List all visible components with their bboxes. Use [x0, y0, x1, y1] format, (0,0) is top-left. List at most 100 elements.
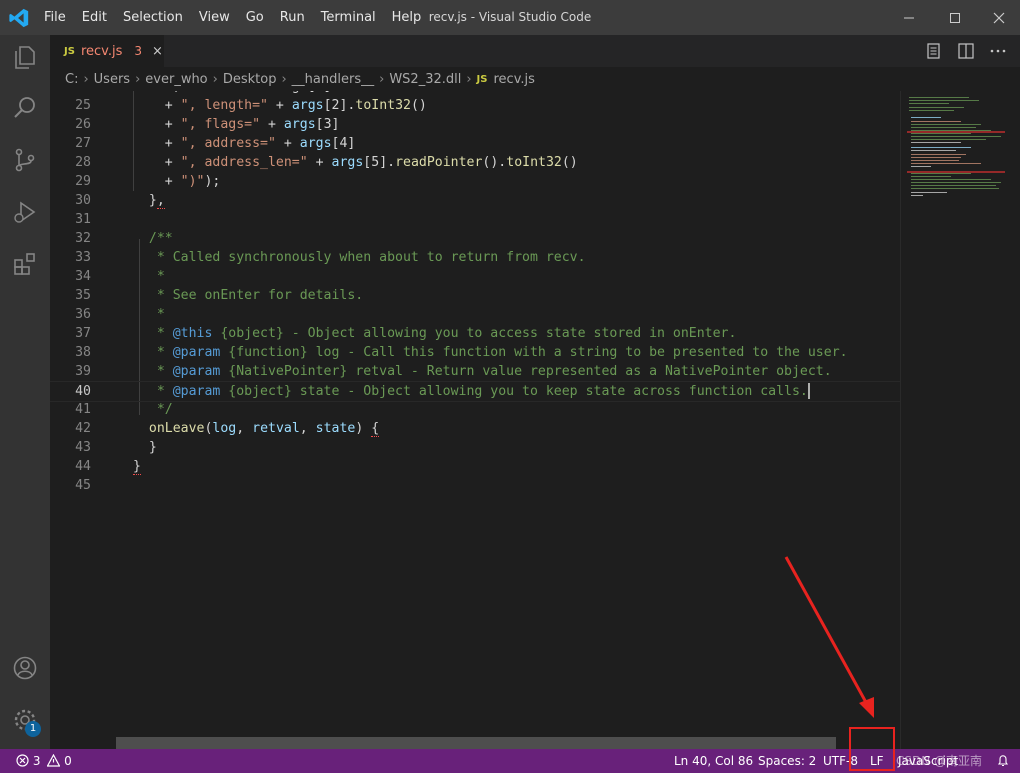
search-button[interactable]	[10, 93, 40, 123]
vertical-scrollbar[interactable]	[1006, 91, 1020, 749]
code-token: ", address="	[180, 136, 276, 151]
code-line[interactable]: 30 },	[50, 191, 900, 210]
more-actions-icon[interactable]	[988, 42, 1008, 60]
code-text: * Called synchronously when about to ret…	[133, 248, 586, 267]
minimap-line	[911, 185, 996, 186]
code-token: * Called synchronously when about to ret…	[133, 250, 586, 265]
code-token: ].	[339, 98, 356, 113]
run-debug-button[interactable]	[10, 197, 40, 227]
code-token: readPointer	[395, 155, 483, 170]
open-preview-icon[interactable]	[924, 42, 944, 60]
code-line[interactable]: 27 + ", address=" + args[4]	[50, 134, 900, 153]
problems-indicator[interactable]: 3 0	[16, 749, 72, 773]
minimap-line	[911, 173, 971, 174]
indentation-setting[interactable]: Spaces: 2	[758, 749, 816, 773]
split-editor-icon[interactable]	[956, 42, 976, 60]
explorer-button[interactable]	[10, 42, 40, 72]
menu-run[interactable]: Run	[272, 0, 313, 35]
code-line[interactable]: 41 */	[50, 400, 900, 419]
source-control-button[interactable]	[10, 145, 40, 175]
code-token: +	[133, 174, 181, 189]
code-token: [	[315, 117, 324, 132]
code-line[interactable]: 39 * @param {NativePointer} retval - Ret…	[50, 362, 900, 381]
search-icon	[14, 97, 35, 118]
code-token: +	[260, 117, 284, 132]
code-line[interactable]: 36 *	[50, 305, 900, 324]
menu-help[interactable]: Help	[384, 0, 430, 35]
bell-icon	[997, 755, 1009, 767]
breadcrumb-item[interactable]: __handlers__	[292, 72, 374, 87]
error-count: 3	[32, 754, 41, 768]
minimap-line	[911, 136, 1001, 137]
code-line[interactable]: 42 onLeave(log, retval, state) {	[50, 419, 900, 438]
code-line[interactable]: 33 * Called synchronously when about to …	[50, 248, 900, 267]
breadcrumb-item[interactable]: Desktop	[223, 72, 277, 87]
code-line[interactable]: 37 * @this {object} - Object allowing yo…	[50, 324, 900, 343]
notifications-button[interactable]	[997, 749, 1009, 773]
code-token: +	[133, 136, 181, 151]
code-line[interactable]: 26 + ", flags=" + args[3]	[50, 115, 900, 134]
code-line[interactable]: 44}	[50, 457, 900, 476]
code-line[interactable]: 35 * See onEnter for details.	[50, 286, 900, 305]
code-token: *	[133, 326, 173, 341]
minimap-line	[911, 147, 971, 148]
minimize-button[interactable]	[886, 0, 932, 35]
line-number: 30	[75, 193, 91, 208]
horizontal-scrollbar[interactable]	[116, 737, 836, 749]
minimap[interactable]	[900, 91, 1007, 749]
extensions-button[interactable]	[10, 249, 40, 279]
code-line[interactable]: 31	[50, 210, 900, 229]
menu-selection[interactable]: Selection	[115, 0, 191, 35]
menu-terminal[interactable]: Terminal	[313, 0, 384, 35]
line-number: 41	[75, 402, 91, 417]
activity-bar	[0, 35, 50, 749]
tab-recv-js[interactable]: JS recv.js 3 ×	[50, 35, 164, 67]
minimap-line	[911, 142, 961, 143]
breadcrumb-item[interactable]: ever_who	[145, 72, 207, 87]
code-token: +	[133, 98, 181, 113]
code-text: *	[133, 305, 165, 324]
maximize-button[interactable]	[932, 0, 978, 35]
cursor-position[interactable]: Ln 40, Col 86	[674, 749, 753, 773]
breadcrumb-item[interactable]: C:	[65, 72, 78, 87]
code-line[interactable]: 29 + ")");	[50, 172, 900, 191]
close-button[interactable]	[976, 0, 1020, 35]
breadcrumb-file[interactable]: recv.js	[493, 72, 534, 87]
code-line[interactable]: 34 *	[50, 267, 900, 286]
line-number: 38	[75, 345, 91, 360]
breadcrumb-separator: ›	[83, 71, 89, 87]
minimap-line	[909, 100, 979, 101]
code-line[interactable]: 43 }	[50, 438, 900, 457]
code-line[interactable]: 25 + ", length=" + args[2].toInt32()	[50, 96, 900, 115]
menu-edit[interactable]: Edit	[74, 0, 115, 35]
code-token: +	[275, 136, 300, 151]
menu-view[interactable]: View	[191, 0, 238, 35]
line-number: 34	[75, 269, 91, 284]
minimap-line	[911, 179, 991, 180]
menu-file[interactable]: File	[36, 0, 74, 35]
breadcrumb: C: › Users › ever_who › Desktop › __hand…	[50, 67, 900, 91]
breadcrumb-item[interactable]: Users	[94, 72, 130, 87]
code-line[interactable]: 45	[50, 476, 900, 495]
code-text: * See onEnter for details.	[133, 286, 363, 305]
code-editor[interactable]: 24 + ", buffer=" + args[1]25 + ", length…	[50, 91, 900, 749]
breadcrumb-item[interactable]: WS2_32.dll	[389, 72, 461, 87]
menu-go[interactable]: Go	[238, 0, 272, 35]
accounts-button[interactable]	[10, 653, 40, 683]
code-line[interactable]: 40 * @param {object} state - Object allo…	[50, 381, 900, 402]
code-token: + ", buffer=" + args[1]	[133, 91, 332, 94]
warning-icon	[46, 753, 61, 767]
code-line[interactable]: 38 * @param {function} log - Call this f…	[50, 343, 900, 362]
breadcrumb-separator: ›	[281, 71, 287, 87]
tab-close-icon[interactable]: ×	[152, 44, 163, 59]
minimap-line	[911, 133, 971, 134]
menu-bar: File Edit Selection View Go Run Terminal…	[36, 0, 429, 35]
minimap-line	[911, 127, 976, 128]
code-line[interactable]: 28 + ", address_len=" + args[5].readPoin…	[50, 153, 900, 172]
breadcrumb-separator: ›	[379, 71, 385, 87]
files-icon	[15, 46, 35, 69]
minimap-line	[911, 182, 1001, 183]
error-icon	[16, 754, 29, 767]
code-line[interactable]: 32 /**	[50, 229, 900, 248]
